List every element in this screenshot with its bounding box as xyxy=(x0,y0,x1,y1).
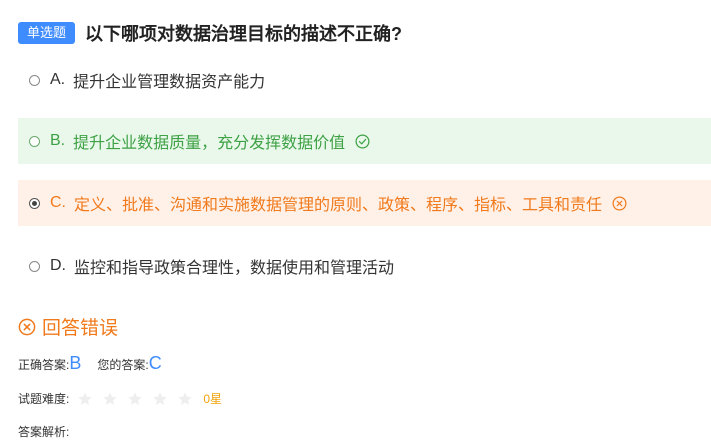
option-text: 提升企业管理数据资产能力 xyxy=(73,74,266,91)
option-d[interactable]: D. 监控和指导政策合理性，数据使用和管理活动 xyxy=(18,243,711,289)
star-icon xyxy=(78,391,93,405)
option-letter: C. xyxy=(50,194,66,211)
answer-result: 回答错误 xyxy=(18,313,118,340)
question-title: 以下哪项对数据治理目标的描述不正确? xyxy=(85,24,403,44)
check-circle-icon xyxy=(355,134,370,148)
difficulty-row: 试题难度: 0星 xyxy=(18,390,222,407)
x-circle-icon xyxy=(18,318,36,335)
option-text: 提升企业数据质量，充分发挥数据价值 xyxy=(73,135,346,152)
option-a[interactable]: A. 提升企业管理数据资产能力 xyxy=(18,57,711,103)
radio-icon[interactable] xyxy=(29,74,40,86)
star-icon xyxy=(178,391,193,405)
question-header: 单选题 以下哪项对数据治理目标的描述不正确? xyxy=(18,20,402,46)
radio-icon[interactable] xyxy=(29,135,40,147)
option-letter: B. xyxy=(50,132,66,149)
option-b[interactable]: B. 提升企业数据质量，充分发挥数据价值 xyxy=(18,118,711,164)
star-icon xyxy=(153,391,168,405)
star-icon xyxy=(128,391,143,405)
option-text: 监控和指导政策合理性，数据使用和管理活动 xyxy=(74,260,395,277)
option-text: 定义、批准、沟通和实施数据管理的原则、政策、程序、指标、工具和责任 xyxy=(74,197,603,214)
difficulty-label: 试题难度: xyxy=(18,392,70,406)
answer-summary: 正确答案: B 您的答案: C xyxy=(18,353,178,374)
radio-icon[interactable] xyxy=(29,260,40,272)
correct-answer-label: 正确答案: xyxy=(18,358,70,372)
your-answer-label: 您的答案: xyxy=(97,358,149,372)
difficulty-value: 0星 xyxy=(203,392,223,406)
option-letter: D. xyxy=(50,257,66,274)
radio-checked-icon[interactable] xyxy=(29,197,40,209)
your-answer-value: C xyxy=(148,353,162,373)
option-c[interactable]: C. 定义、批准、沟通和实施数据管理的原则、政策、程序、指标、工具和责任 xyxy=(18,180,711,226)
question-type-badge: 单选题 xyxy=(18,22,76,44)
result-text: 回答错误 xyxy=(42,318,119,339)
correct-answer-value: B xyxy=(69,353,82,373)
option-letter: A. xyxy=(50,71,66,88)
analysis-label: 答案解析: xyxy=(18,425,70,439)
x-circle-icon xyxy=(612,196,627,210)
difficulty-stars: 0星 xyxy=(77,390,222,407)
star-icon xyxy=(103,391,118,405)
